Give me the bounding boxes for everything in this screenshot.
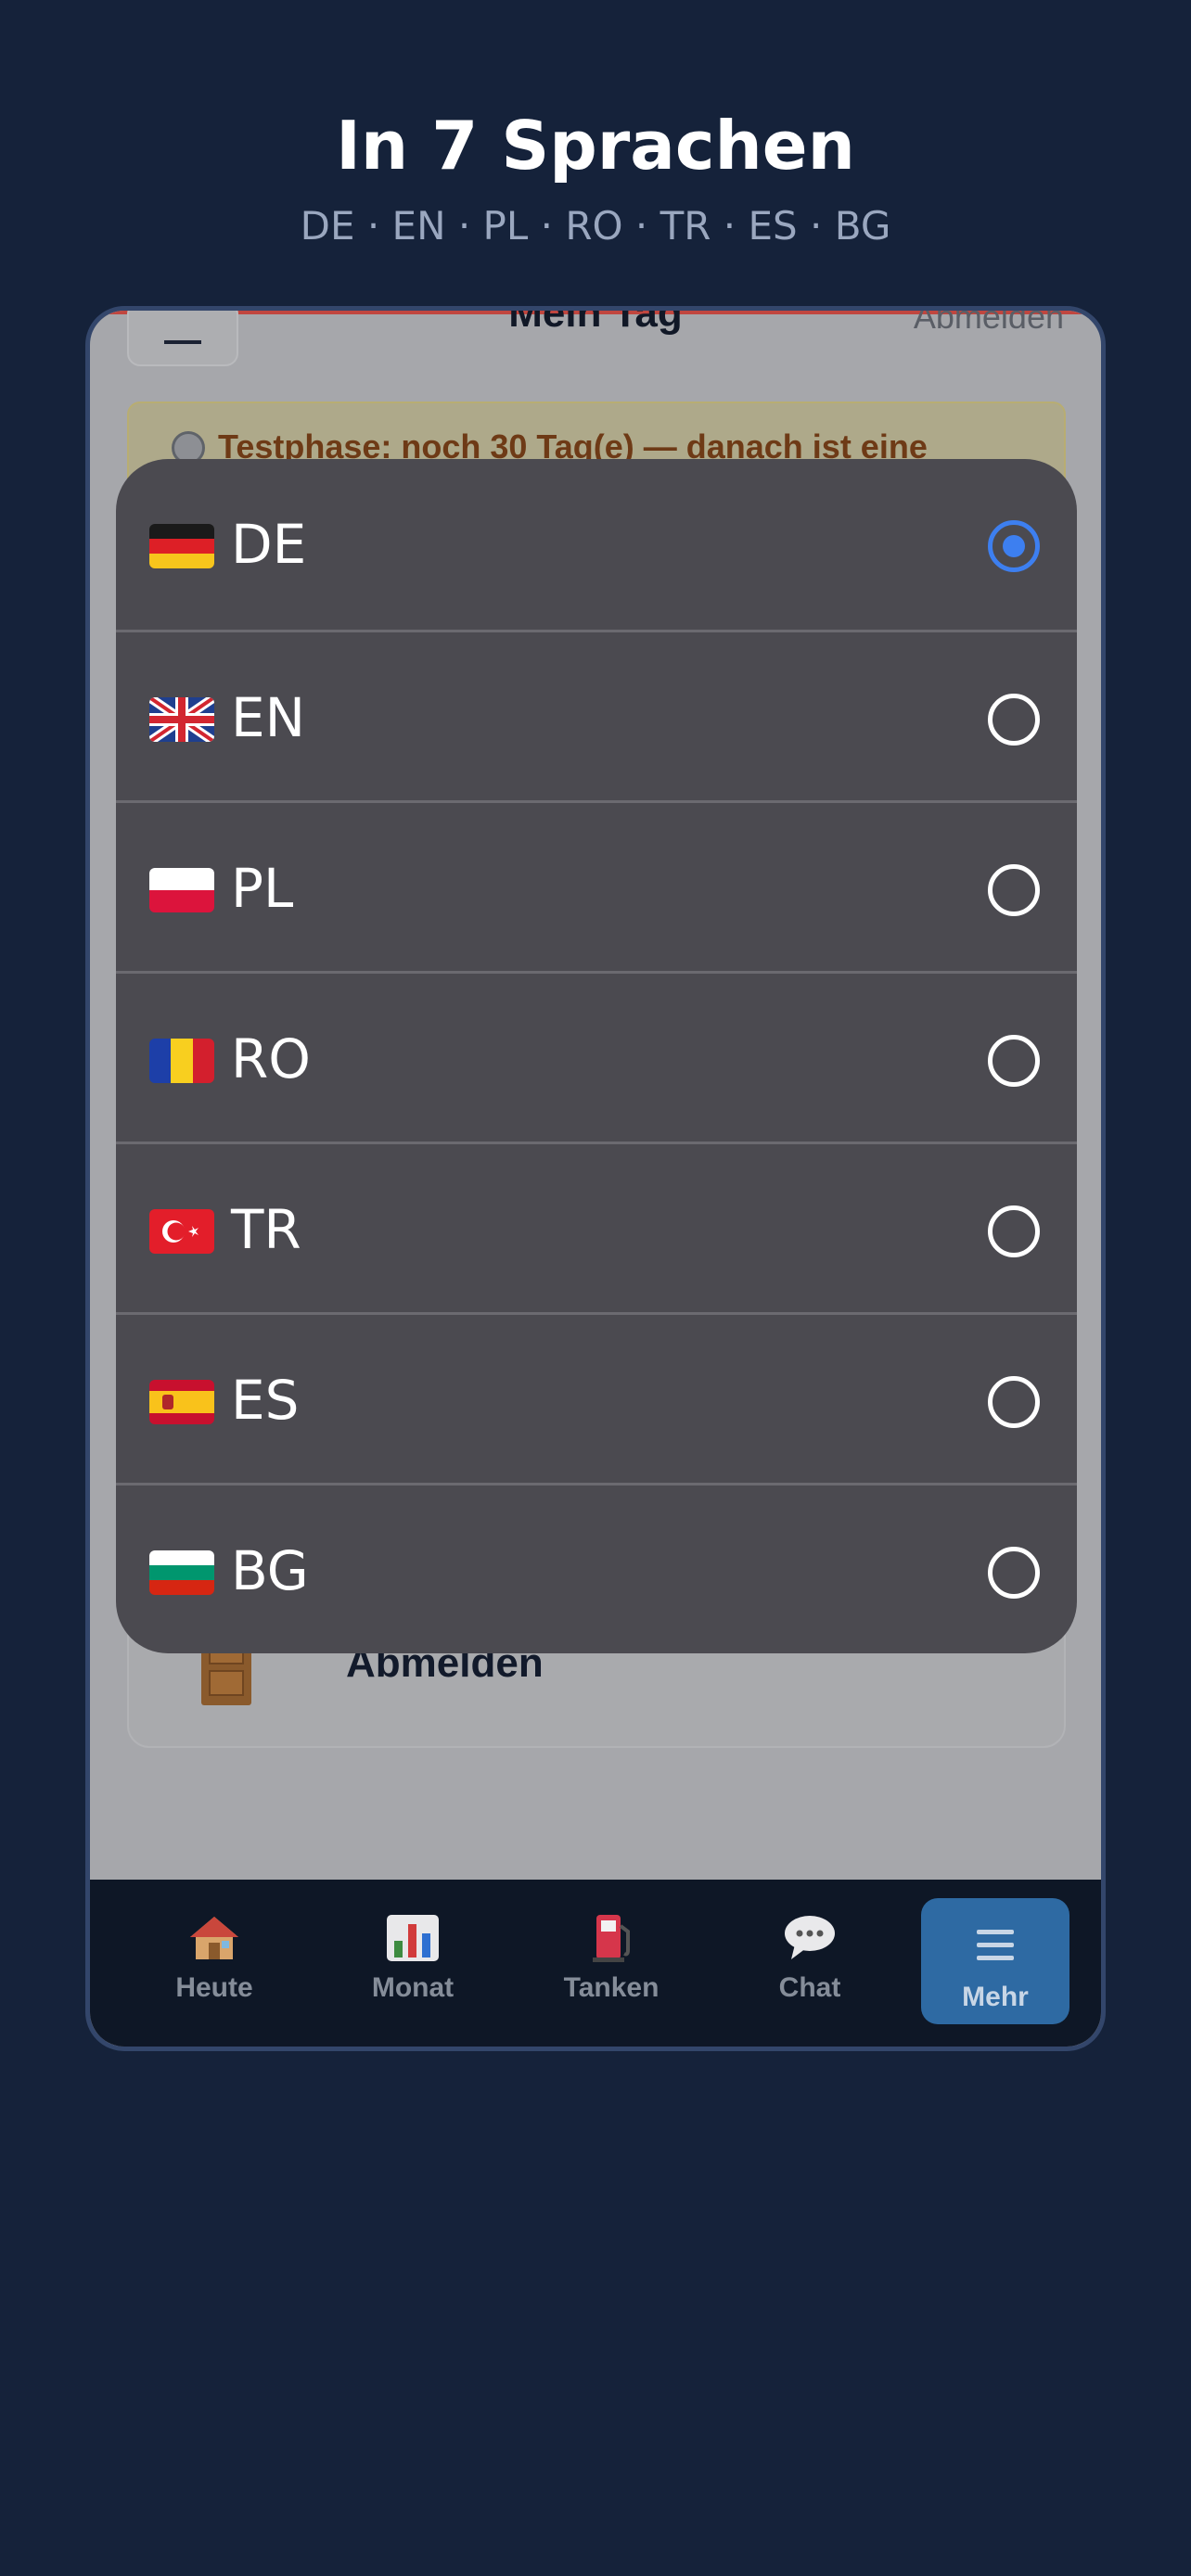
language-picker: DE EN PL RO TR ES BG xyxy=(116,459,1077,1653)
promo-subtitle: DE · EN · PL · RO · TR · ES · BG xyxy=(300,203,891,249)
house-icon xyxy=(190,1917,238,1959)
hamburger-icon xyxy=(164,340,201,344)
menu-icon xyxy=(977,1930,1014,1960)
tab-heute[interactable]: Heute xyxy=(140,1898,288,2024)
app-header: Mein Tag Abmelden xyxy=(90,311,1101,366)
tab-chat[interactable]: Chat xyxy=(736,1898,884,2024)
phone-frame: Mein Tag Abmelden Testphase: noch 30 Tag… xyxy=(85,306,1106,2051)
language-label: TR xyxy=(231,1198,301,1261)
tab-label: Tanken xyxy=(563,1972,660,2003)
language-label: RO xyxy=(231,1027,311,1090)
promo-title: In 7 Sprachen xyxy=(336,107,855,185)
language-option-de[interactable]: DE xyxy=(116,459,1077,630)
tab-label: Chat xyxy=(778,1972,841,2003)
radio-selected[interactable] xyxy=(988,520,1040,572)
language-label: ES xyxy=(231,1369,300,1432)
radio-unselected[interactable] xyxy=(988,694,1040,746)
language-option-ro[interactable]: RO xyxy=(116,971,1077,1141)
tab-label: Mehr xyxy=(962,1982,1029,2012)
language-option-bg[interactable]: BG xyxy=(116,1483,1077,1653)
home-indicator-strip xyxy=(90,2048,1101,2051)
tab-label: Monat xyxy=(371,1972,455,2003)
language-label: EN xyxy=(231,686,306,749)
bottom-tab-bar: Heute Monat Tanken Chat Mehr xyxy=(90,1880,1101,2047)
language-label: PL xyxy=(231,857,294,920)
language-option-en[interactable]: EN xyxy=(116,630,1077,800)
bar-chart-icon xyxy=(387,1915,439,1961)
de-flag-icon xyxy=(149,524,214,568)
radio-unselected[interactable] xyxy=(988,1547,1040,1599)
logout-link[interactable]: Abmelden xyxy=(914,311,1064,337)
tr-flag-icon xyxy=(149,1209,214,1254)
language-label: DE xyxy=(231,513,307,576)
radio-unselected[interactable] xyxy=(988,1205,1040,1257)
bg-flag-icon xyxy=(149,1550,214,1595)
ro-flag-icon xyxy=(149,1039,214,1083)
tab-monat[interactable]: Monat xyxy=(339,1898,487,2024)
language-option-tr[interactable]: TR xyxy=(116,1141,1077,1312)
tab-label: Heute xyxy=(175,1972,253,2003)
es-flag-icon xyxy=(149,1380,214,1424)
tab-tanken[interactable]: Tanken xyxy=(537,1898,685,2024)
language-label: BG xyxy=(231,1539,309,1602)
language-option-es[interactable]: ES xyxy=(116,1312,1077,1483)
speech-bubble-icon xyxy=(785,1916,835,1959)
tab-mehr[interactable]: Mehr xyxy=(921,1898,1069,2024)
language-option-pl[interactable]: PL xyxy=(116,800,1077,971)
radio-unselected[interactable] xyxy=(988,1035,1040,1087)
pl-flag-icon xyxy=(149,868,214,912)
radio-unselected[interactable] xyxy=(988,864,1040,916)
gb-flag-icon xyxy=(149,697,214,742)
fuel-pump-icon xyxy=(593,1915,630,1962)
radio-unselected[interactable] xyxy=(988,1376,1040,1428)
